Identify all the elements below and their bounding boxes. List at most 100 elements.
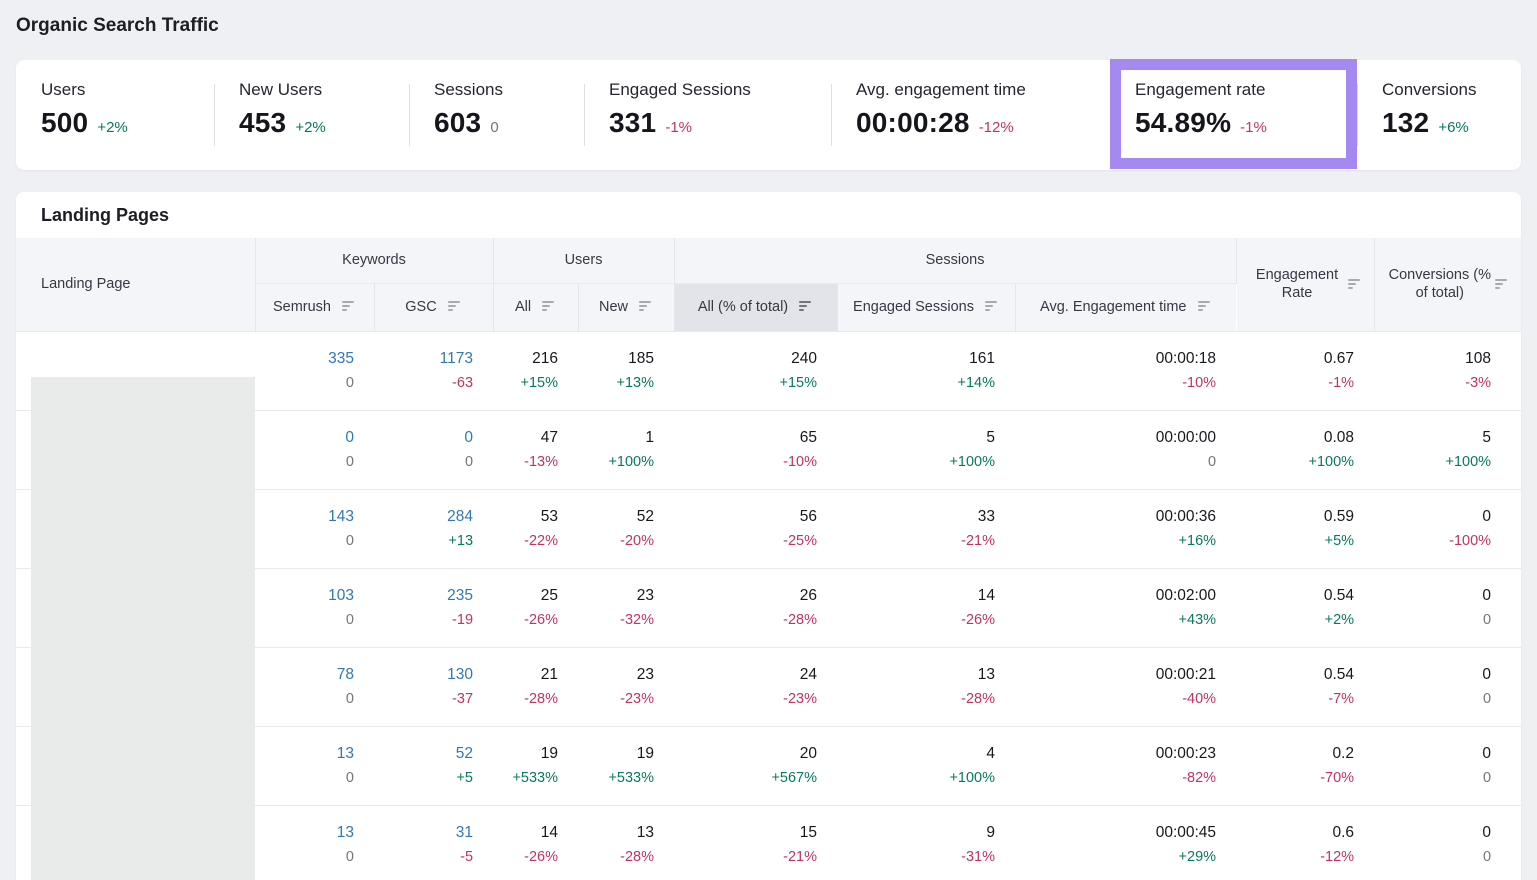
cell-delta: -19 — [374, 608, 473, 632]
cell-value-link[interactable]: 13 — [255, 742, 354, 766]
metric-cell: 130 — [255, 726, 374, 805]
metric-cell: 24-23% — [674, 647, 837, 726]
sort-icon[interactable] — [639, 300, 653, 312]
group-header-keywords: Keywords — [255, 238, 493, 283]
cell-delta: 0 — [255, 450, 354, 474]
column-header-sessions-all-pct[interactable]: All (% of total) — [674, 283, 837, 331]
column-header-label: All (% of total) — [698, 299, 788, 315]
cell-delta: 0 — [1374, 766, 1491, 790]
cell-delta: 0 — [255, 845, 354, 869]
metric-cell: 00:00:36+16% — [1015, 489, 1236, 568]
cell-value: 15 — [674, 821, 817, 845]
landing-page-redaction-block — [31, 377, 255, 880]
cell-value-link[interactable]: 31 — [374, 821, 473, 845]
page-title: Organic Search Traffic — [16, 15, 219, 37]
cell-value: 21 — [493, 663, 558, 687]
kpi-sessions: Sessions 603 0 — [409, 60, 584, 170]
metric-cell: 185+13% — [578, 331, 674, 410]
cell-value-link[interactable]: 143 — [255, 505, 354, 529]
column-header-conversions[interactable]: Conversions (% of total) — [1374, 238, 1521, 331]
cell-delta: -82% — [1015, 766, 1216, 790]
cell-value: 19 — [493, 742, 558, 766]
column-header-users-all[interactable]: All — [493, 283, 578, 331]
column-header-gsc[interactable]: GSC — [374, 283, 493, 331]
sort-icon[interactable] — [1495, 278, 1509, 290]
column-header-semrush[interactable]: Semrush — [255, 283, 374, 331]
cell-delta: -22% — [493, 529, 558, 553]
cell-value: 4 — [837, 742, 995, 766]
cell-value: 33 — [837, 505, 995, 529]
cell-value-link[interactable]: 235 — [374, 584, 473, 608]
cell-delta: +100% — [1374, 450, 1491, 474]
cell-delta: -1% — [1236, 371, 1354, 395]
cell-value-link[interactable]: 0 — [255, 426, 354, 450]
metric-cell: 14-26% — [493, 805, 578, 880]
column-header-engagement-rate[interactable]: Engagement Rate — [1236, 238, 1374, 331]
cell-delta: +100% — [837, 450, 995, 474]
group-header-sessions: Sessions — [674, 238, 1236, 283]
cell-delta: -20% — [578, 529, 654, 553]
cell-value-link[interactable]: 284 — [374, 505, 473, 529]
sort-icon[interactable] — [1348, 278, 1362, 290]
metric-cell: 19+533% — [493, 726, 578, 805]
cell-value-link[interactable]: 103 — [255, 584, 354, 608]
landing-pages-card: Landing Pages Landing Page Keywords User… — [16, 192, 1521, 880]
cell-delta: -63 — [374, 371, 473, 395]
column-header-avg-engagement-time[interactable]: Avg. Engagement time — [1015, 283, 1236, 331]
metric-cell: 00:00:23-82% — [1015, 726, 1236, 805]
cell-value-link[interactable]: 52 — [374, 742, 473, 766]
cell-value: 26 — [674, 584, 817, 608]
cell-value-link[interactable]: 78 — [255, 663, 354, 687]
metric-cell: 00 — [1374, 726, 1521, 805]
cell-value-link[interactable]: 13 — [255, 821, 354, 845]
sort-icon[interactable] — [542, 300, 556, 312]
sort-icon[interactable] — [342, 300, 356, 312]
metric-cell: 13-28% — [578, 805, 674, 880]
cell-value-link[interactable]: 0 — [374, 426, 473, 450]
metric-cell: 0.6-12% — [1236, 805, 1374, 880]
cell-value-link[interactable]: 130 — [374, 663, 473, 687]
sort-icon[interactable] — [985, 300, 999, 312]
cell-value: 5 — [837, 426, 995, 450]
column-header-users-new[interactable]: New — [578, 283, 674, 331]
sort-icon[interactable] — [1198, 300, 1212, 312]
metric-cell: 0.2-70% — [1236, 726, 1374, 805]
cell-value: 0.6 — [1236, 821, 1354, 845]
cell-delta: +16% — [1015, 529, 1216, 553]
sort-icon-active[interactable] — [799, 300, 813, 312]
cell-delta: +29% — [1015, 845, 1216, 869]
metric-cell: 15-21% — [674, 805, 837, 880]
metric-cell: 00:00:18-10% — [1015, 331, 1236, 410]
metric-cell: 5+100% — [1374, 410, 1521, 489]
cell-delta: +100% — [1236, 450, 1354, 474]
kpi-label: Users — [41, 80, 204, 100]
cell-value: 0 — [1374, 505, 1491, 529]
cell-delta: -21% — [674, 845, 817, 869]
cell-value: 19 — [578, 742, 654, 766]
metric-cell: 20+567% — [674, 726, 837, 805]
cell-value: 25 — [493, 584, 558, 608]
cell-value-link[interactable]: 1173 — [374, 347, 473, 371]
kpi-engagement-rate: Engagement rate 54.89% -1% — [1110, 60, 1357, 170]
cell-delta: 0 — [374, 450, 473, 474]
cell-delta: 0 — [1374, 687, 1491, 711]
cell-delta: -26% — [493, 845, 558, 869]
sort-icon[interactable] — [448, 300, 462, 312]
cell-delta: +15% — [674, 371, 817, 395]
cell-delta: -26% — [837, 608, 995, 632]
kpi-engaged-sessions: Engaged Sessions 331 -1% — [584, 60, 831, 170]
cell-delta: -28% — [837, 687, 995, 711]
cell-value: 52 — [578, 505, 654, 529]
metric-cell: 31-5 — [374, 805, 493, 880]
cell-value: 53 — [493, 505, 558, 529]
cell-delta: -12% — [1236, 845, 1354, 869]
cell-delta: 0 — [255, 529, 354, 553]
cell-value: 161 — [837, 347, 995, 371]
metric-cell: 0.67-1% — [1236, 331, 1374, 410]
column-header-label: Engagement Rate — [1256, 267, 1338, 301]
kpi-avg-engagement-time: Avg. engagement time 00:00:28 -12% — [831, 60, 1110, 170]
cell-value-link[interactable]: 335 — [255, 347, 354, 371]
cell-delta: -10% — [1015, 371, 1216, 395]
column-header-engaged-sessions[interactable]: Engaged Sessions — [837, 283, 1015, 331]
cell-value: 65 — [674, 426, 817, 450]
